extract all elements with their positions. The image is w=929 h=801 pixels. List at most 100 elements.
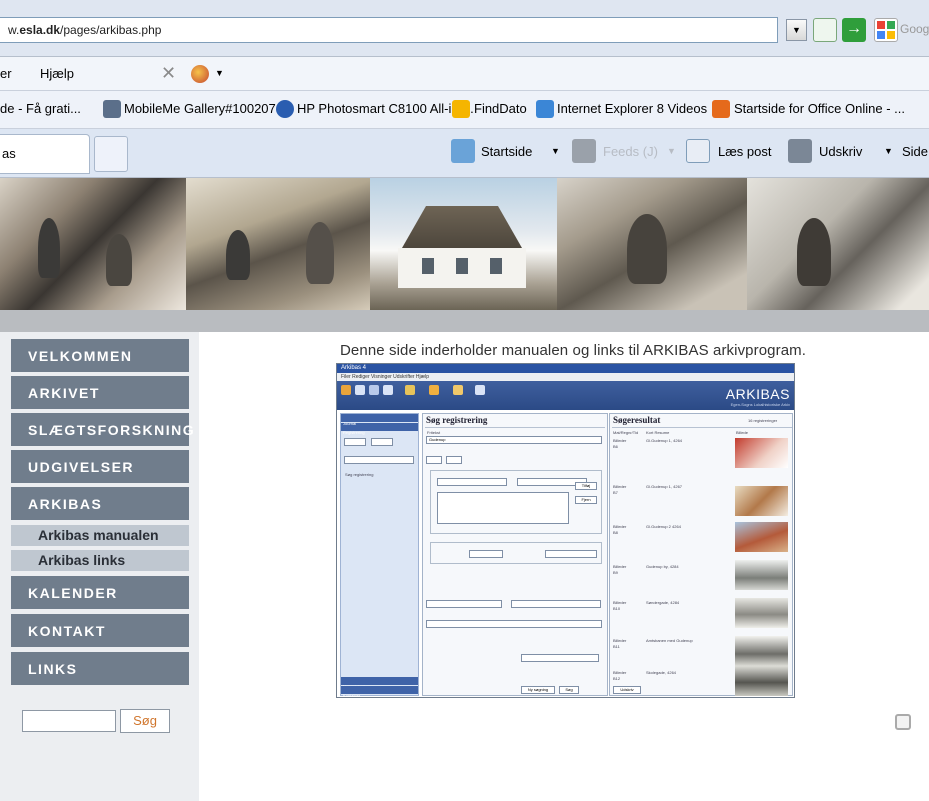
compatibility-view-icon[interactable] bbox=[813, 18, 837, 42]
person-figure bbox=[38, 218, 60, 278]
feeds-icon[interactable] bbox=[572, 139, 596, 163]
signature-field bbox=[469, 550, 503, 558]
chevron-down-icon[interactable]: ▼ bbox=[884, 146, 893, 156]
screenshot-search-panel: Søg registrering Fritekst Gudenup Tilføj… bbox=[422, 413, 608, 696]
result-thumbnail bbox=[735, 560, 788, 590]
screenshot-left-panel: Journal Registrering Søg registrering Ny… bbox=[340, 413, 419, 698]
search-button[interactable]: Søg bbox=[120, 709, 170, 733]
mobileme-icon bbox=[103, 100, 121, 118]
result-type: Billeder bbox=[613, 600, 627, 605]
read-mail-button[interactable]: Læs post bbox=[718, 144, 771, 159]
nav-item-kontakt[interactable]: KONTAKT bbox=[11, 614, 189, 647]
date-field bbox=[437, 478, 507, 486]
search-input[interactable] bbox=[22, 710, 116, 732]
feeds-button[interactable]: Feeds (J) bbox=[603, 144, 658, 159]
result-type: Billeder bbox=[613, 484, 627, 489]
fritekst-label: Fritekst bbox=[427, 430, 441, 435]
menu-item-help[interactable]: Hjælp bbox=[40, 66, 74, 81]
left-panel-header: Journal bbox=[341, 414, 418, 426]
add-button: Tilføj bbox=[575, 482, 597, 490]
home-button[interactable]: Startside bbox=[481, 144, 532, 159]
nav-item-velkommen[interactable]: VELKOMMEN bbox=[11, 339, 189, 372]
go-arrow-icon[interactable]: → bbox=[842, 18, 866, 42]
divider bbox=[425, 427, 605, 428]
result-resume: Søndergade, 4284 bbox=[646, 600, 680, 605]
chevron-down-icon[interactable]: ▼ bbox=[551, 146, 560, 156]
left-field bbox=[344, 456, 414, 464]
result-nr: B7 bbox=[613, 490, 618, 495]
nav-item-udgivelser[interactable]: UDGIVELSER bbox=[11, 450, 189, 483]
finddato-icon bbox=[452, 100, 470, 118]
page-menu-button[interactable]: Side bbox=[902, 144, 928, 159]
nav-subitem-arkibas-links[interactable]: Arkibas links bbox=[11, 550, 189, 571]
address-dropdown-button[interactable]: ▼ bbox=[786, 19, 807, 41]
result-resume: Amtsbanen med Gudenup bbox=[646, 638, 693, 643]
person-figure bbox=[226, 230, 250, 280]
favorite-link[interactable]: Startside for Office Online - ... bbox=[734, 101, 905, 116]
search-panel-title: Søg registrering bbox=[426, 415, 488, 425]
banner-divider bbox=[0, 310, 929, 332]
screenshot-toolbar: ARKIBAS Egen-Sogns Lokalhistoriske Arkiv bbox=[337, 381, 794, 410]
header-banner bbox=[0, 178, 929, 310]
favorite-link[interactable]: HP Photosmart C8100 All-in-... bbox=[297, 101, 474, 116]
search-provider-icon[interactable] bbox=[874, 18, 898, 42]
result-count: 16 registreringer bbox=[748, 418, 778, 423]
banner-photo bbox=[0, 178, 186, 310]
arkibas-logo: ARKIBAS bbox=[725, 386, 790, 402]
menu-bar: er Hjælp ✕ ▼ bbox=[0, 57, 929, 91]
banner-photo bbox=[747, 178, 929, 310]
favorite-link[interactable]: FindDato bbox=[474, 101, 527, 116]
home-icon[interactable] bbox=[451, 139, 475, 163]
favorite-link[interactable]: Internet Explorer 8 Videos bbox=[557, 101, 707, 116]
mail-icon[interactable] bbox=[686, 139, 710, 163]
nav-item-kalender[interactable]: KALENDER bbox=[11, 576, 189, 609]
toolbar-icon bbox=[475, 385, 485, 395]
hp-icon bbox=[276, 100, 294, 118]
left-item: Kontakter bbox=[343, 693, 361, 698]
nav-subitem-arkibas-manualen[interactable]: Arkibas manualen bbox=[11, 525, 189, 546]
result-type: Billeder bbox=[613, 524, 627, 529]
fritekst-field: Gudenup bbox=[426, 436, 602, 444]
nav-item-links[interactable]: LINKS bbox=[11, 652, 189, 685]
person-figure bbox=[797, 218, 831, 286]
new-tab-button[interactable] bbox=[94, 136, 128, 172]
nav-item-arkivet[interactable]: ARKIVET bbox=[11, 376, 189, 409]
close-icon[interactable]: ✕ bbox=[161, 63, 176, 84]
left-panel-footer: Ny registrering bbox=[341, 677, 418, 689]
screenshot-result-panel: Søgeresultat 16 registreringer Mat/Regnr… bbox=[609, 413, 793, 696]
chevron-down-icon[interactable]: ▼ bbox=[215, 68, 224, 78]
tab-active[interactable]: as bbox=[0, 134, 90, 174]
address-prefix: w. bbox=[8, 23, 20, 37]
address-path: /pages/arkibas.php bbox=[60, 23, 162, 37]
search-field-text[interactable]: Goog bbox=[900, 22, 929, 36]
result-resume: Skolegade, 4264 bbox=[646, 670, 677, 675]
decimal-field bbox=[426, 600, 502, 608]
result-resume: Gl.Gudenup 1, 4264 bbox=[646, 438, 683, 443]
collection-type-select bbox=[545, 550, 597, 558]
banner-photo bbox=[557, 178, 747, 310]
result-nr: B9 bbox=[613, 570, 618, 575]
left-field bbox=[371, 438, 393, 446]
result-thumbnail bbox=[735, 486, 788, 516]
address-input[interactable]: w.esla.dk/pages/arkibas.php bbox=[0, 17, 778, 43]
printer-icon[interactable] bbox=[895, 714, 911, 730]
print-result-button: Udskriv bbox=[613, 686, 641, 694]
favorite-link[interactable]: MobileMe Gallery#100207 bbox=[124, 101, 276, 116]
menu-item-partial[interactable]: er bbox=[0, 66, 12, 81]
remove-button: Fjern bbox=[575, 496, 597, 504]
toolbar-addon-icon[interactable] bbox=[191, 65, 209, 83]
year-field bbox=[426, 456, 442, 464]
tab-label: as bbox=[2, 146, 16, 161]
chevron-down-icon[interactable]: ▼ bbox=[667, 146, 676, 156]
nav-item-arkibas[interactable]: ARKIBAS bbox=[11, 487, 189, 520]
printer-icon[interactable] bbox=[788, 139, 812, 163]
toolbar-icon bbox=[341, 385, 351, 395]
result-type: Billeder bbox=[613, 564, 627, 569]
print-button[interactable]: Udskriv bbox=[819, 144, 862, 159]
toolbar-icon bbox=[383, 385, 393, 395]
favorite-link[interactable]: de - Få grati... bbox=[0, 101, 81, 116]
arkibas-screenshot: Arkibas 4 Filer Rediger Visninger Udskri… bbox=[336, 363, 795, 698]
nav-item-slaegtsforskning[interactable]: SLÆGTSFORSKNING bbox=[11, 413, 194, 446]
address-bar-area: w.esla.dk/pages/arkibas.php ▼ → Goog bbox=[0, 0, 929, 57]
result-nr: B6 bbox=[613, 444, 618, 449]
